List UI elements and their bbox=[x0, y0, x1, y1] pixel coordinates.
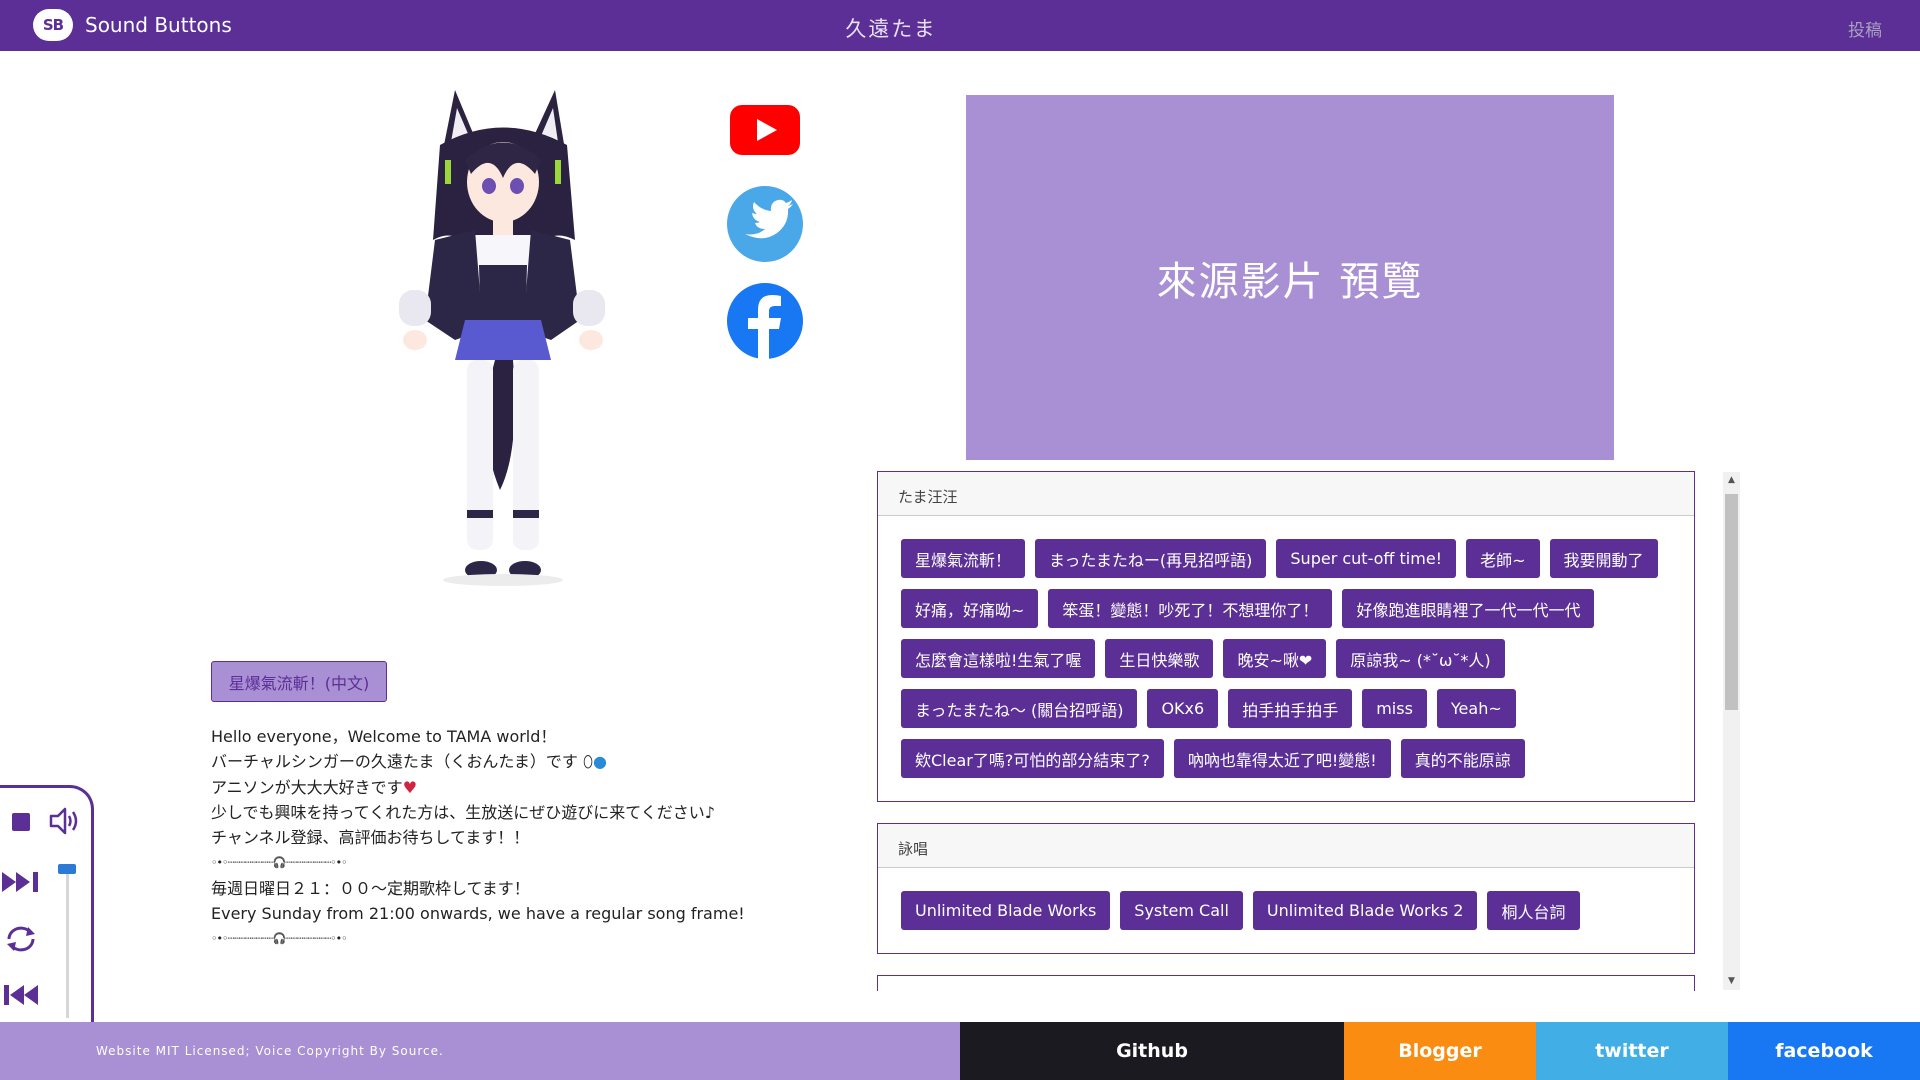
categories-scrollbar[interactable]: ▲ ▼ bbox=[1723, 472, 1740, 990]
description-divider: ◦•◦┈┈┈┈┈┈┈┈🎧┈┈┈┈┈┈┈┈◦•◦ bbox=[211, 932, 348, 946]
stop-icon[interactable] bbox=[12, 813, 30, 831]
description-line: 毎週日曜日２１：００～定期歌枠してます！ bbox=[211, 878, 530, 898]
footer-facebook-link[interactable]: facebook bbox=[1728, 1022, 1920, 1080]
sound-categories: たま汪汪 星爆氣流斬！ まったまたねー(再見招呼語) Super cut-off… bbox=[877, 471, 1695, 991]
preview-label: 來源影片 預覽 bbox=[1156, 258, 1424, 305]
scrollbar-thumb[interactable] bbox=[1725, 494, 1738, 710]
footer: Website MIT Licensed; Voice Copyright By… bbox=[0, 1022, 1920, 1080]
category-card: 詠唱 Unlimited Blade Works System Call Unl… bbox=[877, 823, 1695, 954]
sound-button[interactable]: miss bbox=[1362, 689, 1427, 728]
sound-button[interactable]: 桐人台詞 bbox=[1487, 891, 1580, 930]
category-card-partial bbox=[877, 975, 1695, 991]
sound-button[interactable]: 原諒我~ (*˘ω˘*人) bbox=[1336, 639, 1505, 678]
sound-button[interactable]: まったまたね～ (關台招呼語) bbox=[901, 689, 1138, 728]
volume-icon[interactable] bbox=[48, 805, 80, 837]
category-buttons: Unlimited Blade Works System Call Unlimi… bbox=[878, 868, 1694, 953]
sound-button[interactable]: Yeah~ bbox=[1436, 689, 1516, 728]
sound-button[interactable]: 星爆氣流斬！ bbox=[901, 539, 1026, 578]
source-video-preview[interactable]: 來源影片 預覽 bbox=[966, 95, 1614, 460]
category-title: 詠唱 bbox=[878, 824, 1694, 868]
sound-button[interactable]: 我要開動了 bbox=[1549, 539, 1658, 578]
top-navbar: SB Sound Buttons 久遠たま 投稿 bbox=[0, 0, 1920, 51]
volume-slider-track[interactable] bbox=[66, 868, 69, 1018]
sound-button[interactable]: 拍手拍手拍手 bbox=[1228, 689, 1353, 728]
sound-button[interactable]: まったまたねー(再見招呼語) bbox=[1035, 539, 1267, 578]
facebook-icon bbox=[727, 283, 803, 359]
category-buttons: 星爆氣流斬！ まったまたねー(再見招呼語) Super cut-off time… bbox=[878, 516, 1694, 801]
description-line: バーチャルシンガーの久遠たま（くおんたま）です ⬯● bbox=[211, 752, 608, 772]
sound-button[interactable]: 老師~ bbox=[1466, 539, 1540, 578]
volume-slider-handle[interactable] bbox=[58, 864, 76, 874]
previous-icon[interactable] bbox=[2, 983, 40, 1007]
license-text: Website MIT Licensed; Voice Copyright By… bbox=[0, 1022, 960, 1080]
sound-button[interactable]: 吶吶也靠得太近了吧!變態! bbox=[1173, 739, 1391, 778]
scroll-down-arrow-icon[interactable]: ▼ bbox=[1723, 973, 1740, 990]
footer-blogger-link[interactable]: Blogger bbox=[1344, 1022, 1536, 1080]
heart-icon: ♥ bbox=[402, 777, 418, 797]
description-line: Every Sunday from 21:00 onwards, we have… bbox=[211, 904, 745, 924]
description-line: Hello everyone，Welcome to TAMA world！ bbox=[211, 727, 557, 746]
sound-button[interactable]: System Call bbox=[1120, 891, 1243, 930]
page-title: 久遠たま bbox=[845, 17, 937, 41]
scroll-up-arrow-icon[interactable]: ▲ bbox=[1723, 472, 1740, 489]
youtube-icon bbox=[730, 105, 800, 155]
sound-button[interactable]: 好像跑進眼睛裡了一代一代一代 bbox=[1342, 589, 1595, 628]
description-line: アニソンが大大大好きです♥ bbox=[211, 777, 418, 797]
next-icon[interactable] bbox=[2, 870, 40, 894]
sound-button[interactable]: 好痛，好痛呦~ bbox=[901, 589, 1039, 628]
category-title: たま汪汪 bbox=[878, 472, 1694, 516]
description-line: チャンネル登録、高評価お待ちしてます！！ bbox=[211, 828, 530, 848]
twitter-link[interactable] bbox=[727, 186, 803, 262]
language-sample-button[interactable]: 星爆氣流斬！(中文) bbox=[211, 661, 387, 702]
description-divider: ◦•◦┈┈┈┈┈┈┈┈🎧┈┈┈┈┈┈┈┈◦•◦ bbox=[211, 856, 348, 870]
sound-button[interactable]: 欸Clear了嗎?可怕的部分結束了? bbox=[901, 739, 1164, 778]
sound-button[interactable]: 笨蛋！變態！吵死了！不想理你了！ bbox=[1048, 589, 1333, 628]
vtuber-character-image bbox=[399, 90, 605, 586]
footer-twitter-link[interactable]: twitter bbox=[1536, 1022, 1728, 1080]
sound-button[interactable]: 晚安~啾❤ bbox=[1223, 639, 1327, 678]
category-card: たま汪汪 星爆氣流斬！ まったまたねー(再見招呼語) Super cut-off… bbox=[877, 471, 1695, 802]
description-line: 少しでも興味を持ってくれた方は、生放送にぜひ遊びに来てください♪ bbox=[211, 802, 715, 822]
footer-github-link[interactable]: Github bbox=[960, 1022, 1344, 1080]
loop-icon[interactable] bbox=[4, 923, 38, 955]
facebook-link[interactable] bbox=[727, 283, 803, 359]
sound-button[interactable]: Unlimited Blade Works bbox=[901, 891, 1111, 930]
sound-button[interactable]: Unlimited Blade Works 2 bbox=[1252, 891, 1478, 930]
sound-button[interactable]: 怎麼會這樣啦!生氣了喔 bbox=[901, 639, 1096, 678]
twitter-icon bbox=[727, 186, 803, 262]
youtube-link[interactable] bbox=[727, 104, 803, 156]
audio-player-panel bbox=[0, 785, 94, 1030]
globe-icon: ● bbox=[593, 752, 608, 772]
sound-button[interactable]: OKx6 bbox=[1147, 689, 1219, 728]
sound-button[interactable]: Super cut-off time! bbox=[1276, 539, 1457, 578]
sound-button[interactable]: 真的不能原諒 bbox=[1400, 739, 1525, 778]
channel-description: Hello everyone，Welcome to TAMA world！ バー… bbox=[211, 724, 771, 952]
post-link[interactable]: 投稿 bbox=[1848, 16, 1882, 41]
sound-button[interactable]: 生日快樂歌 bbox=[1105, 639, 1214, 678]
egg-icon: ⬯ bbox=[582, 752, 594, 772]
